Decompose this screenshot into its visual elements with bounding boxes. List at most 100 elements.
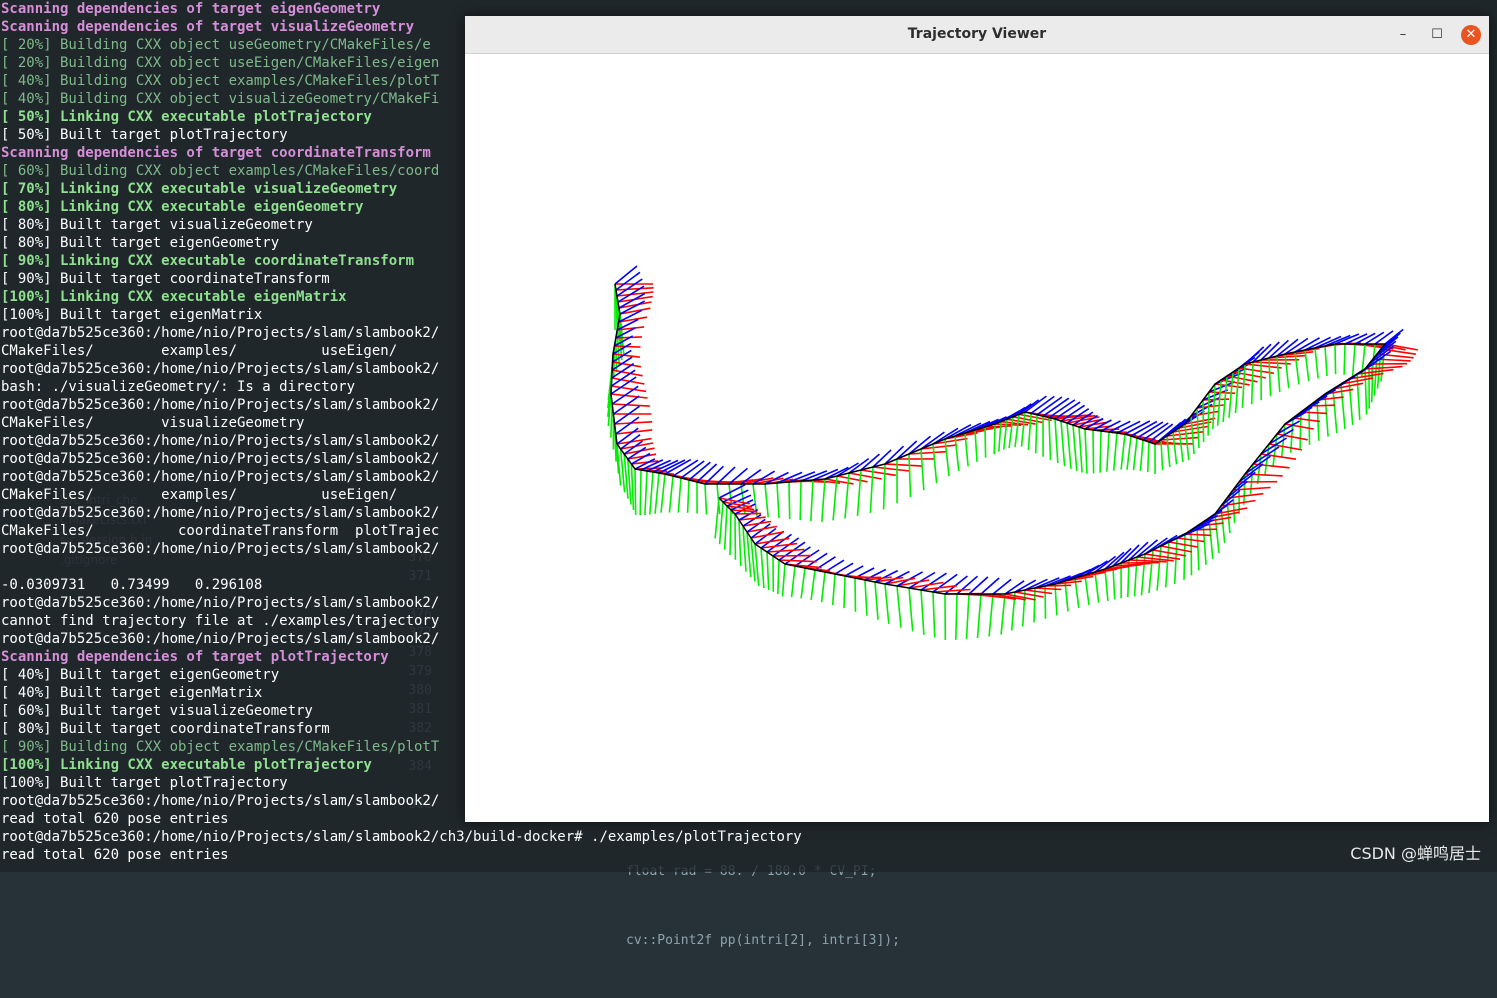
pose-y-axis — [783, 564, 786, 596]
pose-x-axis — [1221, 380, 1250, 385]
pose-x-axis — [616, 288, 654, 290]
pose-x-axis — [837, 476, 868, 482]
code-line: cv::Point2f pp(intri[2], intri[3]); — [626, 929, 900, 952]
pose-y-axis — [761, 548, 764, 588]
pose-y-axis — [800, 481, 801, 520]
pose-y-axis — [1157, 546, 1161, 591]
pose-y-axis — [640, 470, 641, 515]
pose-x-axis — [1035, 588, 1061, 590]
maximize-button[interactable]: ☐ — [1427, 25, 1447, 45]
window-titlebar[interactable]: Trajectory Viewer – ☐ ✕ — [465, 16, 1489, 54]
pose-y-axis — [1023, 590, 1025, 627]
pose-y-axis — [1107, 432, 1109, 472]
pose-x-axis — [1293, 418, 1320, 421]
pose-y-axis — [1015, 414, 1019, 447]
pose-y-axis — [975, 430, 977, 462]
pose-y-axis — [955, 436, 959, 471]
pose-y-axis — [833, 574, 835, 605]
pose-y-axis — [1179, 428, 1183, 462]
pose-y-axis — [789, 482, 790, 519]
pose-y-axis — [1149, 550, 1153, 593]
trajectory-canvas[interactable] — [465, 54, 1489, 822]
pose-x-axis — [635, 468, 661, 469]
pose-y-axis — [967, 594, 970, 639]
pose-z-axis — [795, 550, 819, 566]
window-title: Trajectory Viewer — [465, 16, 1489, 53]
pose-y-axis — [1335, 344, 1336, 374]
minimize-button[interactable]: – — [1393, 25, 1413, 45]
pose-y-axis — [730, 510, 731, 555]
pose-y-axis — [884, 464, 885, 509]
pose-y-axis — [1095, 572, 1099, 603]
maximize-icon: ☐ — [1431, 27, 1443, 42]
pose-y-axis — [678, 478, 681, 513]
pose-y-axis — [921, 449, 924, 490]
pose-y-axis — [1009, 417, 1013, 448]
pose-z-axis — [1109, 421, 1130, 432]
pose-y-axis — [1173, 432, 1177, 464]
pose-y-axis — [870, 467, 873, 513]
pose-y-axis — [1203, 522, 1206, 565]
pose-y-axis — [1277, 356, 1280, 392]
pose-y-axis — [1079, 427, 1082, 473]
pose-y-axis — [956, 594, 957, 640]
pose-y-axis — [909, 454, 911, 497]
pose-y-axis — [1049, 418, 1051, 461]
pose-y-axis — [801, 568, 805, 598]
pose-y-axis — [635, 469, 636, 515]
pose-y-axis — [1034, 588, 1035, 623]
pose-y-axis — [1134, 438, 1138, 470]
pose-y-axis — [777, 483, 779, 518]
pose-y-axis — [1191, 530, 1192, 575]
pose-y-axis — [989, 594, 993, 636]
trajectory-plot[interactable] — [465, 54, 1489, 822]
pose-y-axis — [1197, 526, 1199, 570]
pose-y-axis — [611, 404, 612, 438]
pose-y-axis — [1208, 392, 1209, 436]
pose-x-axis — [1153, 550, 1186, 556]
pose-x-axis — [767, 549, 804, 552]
pose-y-axis — [1344, 344, 1345, 375]
trajectory-viewer-window[interactable]: Trajectory Viewer – ☐ ✕ — [465, 16, 1489, 822]
pose-y-axis — [1269, 358, 1271, 396]
pose-y-axis — [844, 576, 845, 608]
pose-y-axis — [1167, 436, 1170, 467]
pose-y-axis — [978, 594, 982, 638]
pose-y-axis — [1001, 594, 1005, 635]
pose-y-axis — [705, 484, 707, 515]
pose-y-axis — [1093, 430, 1094, 473]
pose-y-axis — [985, 427, 986, 458]
pose-y-axis — [811, 570, 815, 600]
pose-z-axis — [697, 464, 717, 482]
pose-y-axis — [631, 464, 633, 510]
pose-z-axis — [719, 485, 745, 498]
pose-z-axis — [615, 406, 640, 424]
pose-y-axis — [1184, 534, 1185, 580]
pose-y-axis — [743, 526, 746, 572]
pose-y-axis — [1333, 389, 1337, 433]
pose-y-axis — [933, 444, 937, 483]
pose-y-axis — [858, 470, 862, 516]
close-button[interactable]: ✕ — [1461, 25, 1481, 45]
minimize-icon: – — [1400, 27, 1407, 42]
pose-x-axis — [849, 473, 882, 479]
pose-x-axis — [861, 470, 896, 475]
pose-y-axis — [1218, 380, 1221, 426]
pose-y-axis — [885, 584, 889, 624]
pose-y-axis — [865, 580, 867, 616]
pose-y-axis — [1100, 431, 1101, 473]
pose-x-axis — [779, 560, 817, 562]
pose-y-axis — [1085, 575, 1089, 605]
pose-y-axis — [650, 472, 653, 515]
pose-y-axis — [1127, 436, 1131, 470]
pose-frames — [608, 266, 1418, 640]
terminal-line: read total 620 pose entries — [0, 846, 1497, 864]
pose-y-axis — [1166, 542, 1169, 587]
pose-y-axis — [1203, 400, 1204, 442]
pose-y-axis — [661, 474, 665, 513]
pose-y-axis — [933, 592, 935, 638]
pose-y-axis — [739, 520, 741, 566]
pose-y-axis — [688, 480, 689, 513]
pose-z-axis — [957, 576, 978, 594]
pose-y-axis — [1300, 412, 1301, 449]
